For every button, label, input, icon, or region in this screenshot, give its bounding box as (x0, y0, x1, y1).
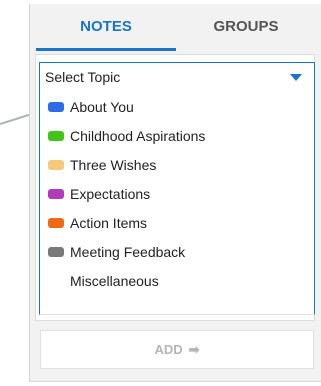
color-swatch (48, 102, 64, 112)
stage: NOTES GROUPS Select Topic About You Chil… (0, 0, 321, 386)
topic-option-label: Three Wishes (70, 157, 157, 173)
tab-notes[interactable]: NOTES (36, 4, 176, 51)
color-swatch (48, 218, 64, 228)
topic-option-action-items[interactable]: Action Items (40, 209, 314, 237)
topic-option-expectations[interactable]: Expectations (40, 180, 314, 208)
topic-option-three-wishes[interactable]: Three Wishes (40, 151, 314, 179)
add-button-label: ADD (154, 342, 183, 357)
arrow-right-icon: ➡ (188, 341, 200, 357)
topic-select[interactable]: Select Topic (39, 62, 315, 92)
topic-dropdown: About You Childhood Aspirations Three Wi… (39, 91, 315, 315)
topic-option-label: Expectations (70, 186, 151, 202)
add-button[interactable]: ADD ➡ (40, 330, 314, 369)
topic-option-label: Action Items (70, 215, 148, 231)
color-swatch (48, 189, 64, 199)
color-swatch (48, 131, 64, 141)
topic-option-miscellaneous[interactable]: Miscellaneous (40, 267, 314, 295)
color-swatch (48, 247, 64, 257)
topic-option-label: Childhood Aspirations (70, 128, 206, 144)
topic-option-label: About You (70, 99, 134, 115)
topic-option-childhood-aspirations[interactable]: Childhood Aspirations (40, 122, 314, 150)
topic-select-value: Select Topic (45, 69, 121, 85)
tab-groups[interactable]: GROUPS (176, 4, 316, 48)
tab-bar: NOTES GROUPS (36, 4, 316, 52)
topic-option-about-you[interactable]: About You (40, 93, 314, 121)
caret-down-icon (290, 74, 302, 81)
topic-option-label: Meeting Feedback (70, 244, 186, 260)
color-swatch (48, 160, 64, 170)
topic-option-meeting-feedback[interactable]: Meeting Feedback (40, 238, 314, 266)
topic-option-label: Miscellaneous (70, 273, 159, 289)
